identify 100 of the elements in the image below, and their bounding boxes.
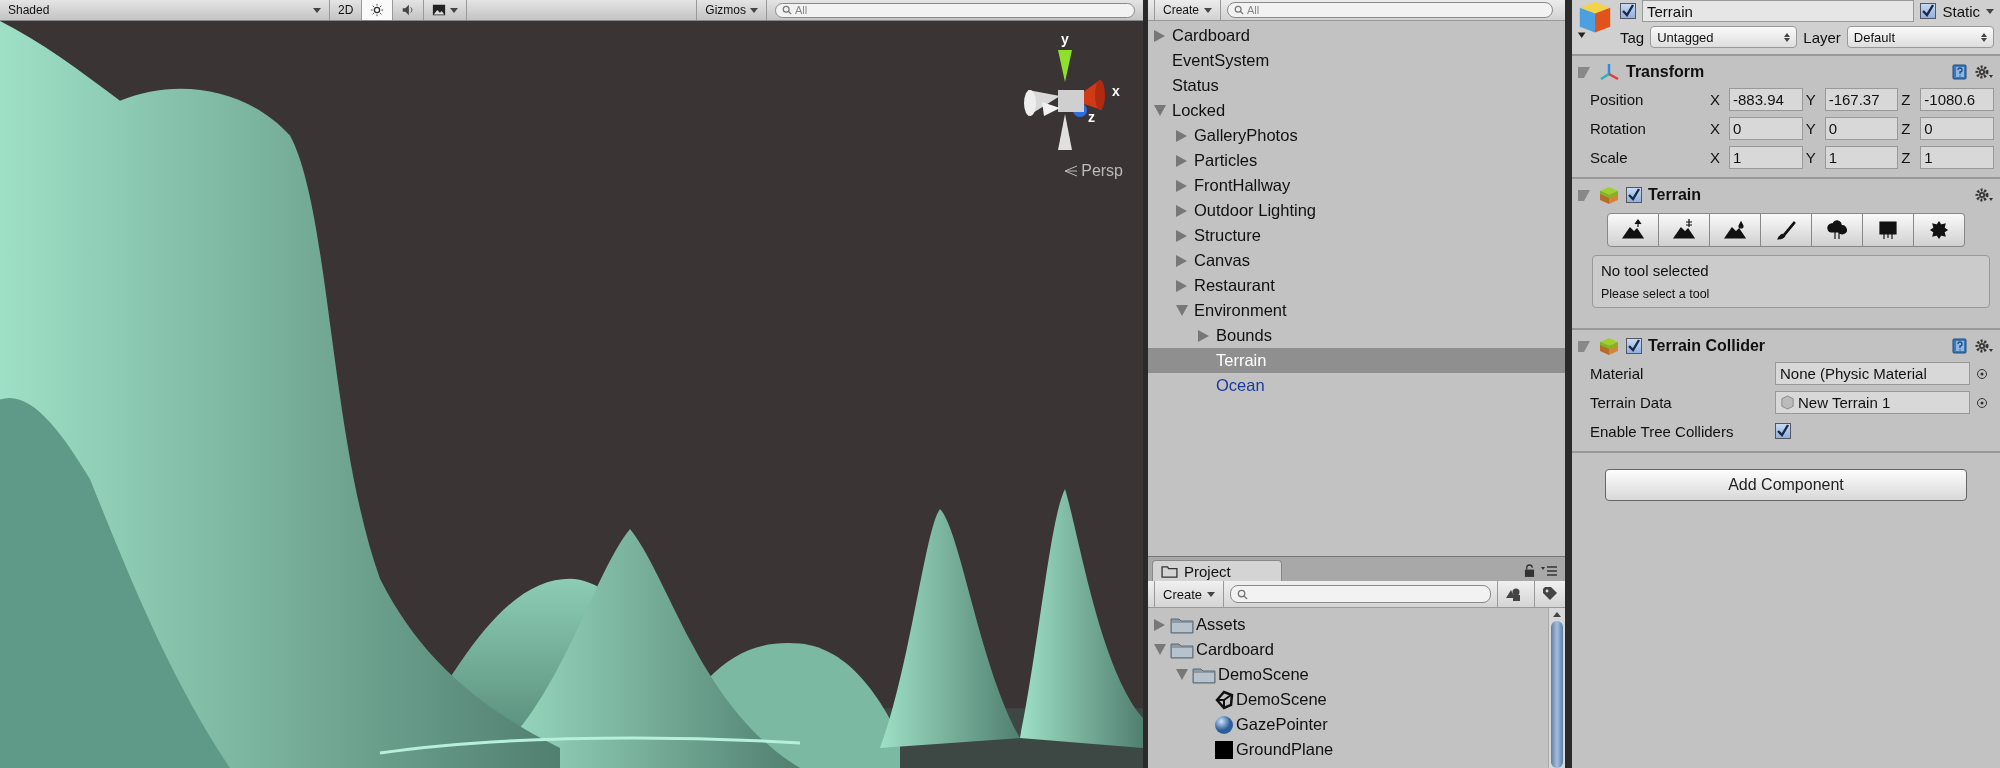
number-field[interactable]: 1 bbox=[1729, 146, 1803, 169]
axis-label: Y bbox=[1805, 120, 1817, 137]
project-item[interactable]: GroundPlane bbox=[1148, 737, 1548, 762]
axis-label: y bbox=[1061, 31, 1069, 47]
enable-checkbox[interactable] bbox=[1626, 338, 1642, 354]
terrain-tool-button[interactable] bbox=[1710, 213, 1761, 247]
number-field[interactable]: 0 bbox=[1729, 117, 1803, 140]
shapes-icon[interactable] bbox=[1505, 586, 1521, 602]
settings-icon[interactable] bbox=[1974, 187, 1994, 203]
expand-arrow-icon[interactable] bbox=[1176, 129, 1187, 142]
project-tab[interactable]: Project bbox=[1152, 560, 1282, 581]
search-icon bbox=[782, 5, 792, 15]
folder-icon bbox=[1161, 564, 1178, 578]
create-dropdown[interactable]: Create bbox=[1154, 0, 1222, 20]
gizmos-dropdown[interactable]: Gizmos bbox=[696, 0, 767, 20]
hierarchy-item[interactable]: Particles bbox=[1148, 148, 1565, 173]
expand-arrow-icon[interactable] bbox=[1176, 279, 1187, 292]
grass-block-icon bbox=[1598, 185, 1620, 205]
layer-dropdown[interactable]: Default bbox=[1846, 26, 1994, 48]
add-component-button[interactable]: Add Component bbox=[1605, 469, 1967, 501]
hierarchy-item[interactable]: Ocean bbox=[1148, 373, 1565, 398]
settings-icon[interactable] bbox=[1974, 338, 1994, 354]
caret-icon[interactable] bbox=[1986, 8, 1994, 14]
hierarchy-item[interactable]: Status bbox=[1148, 73, 1565, 98]
expand-arrow-icon[interactable] bbox=[1176, 204, 1187, 217]
expand-arrow-icon[interactable] bbox=[1176, 254, 1187, 267]
mountain-arrow-icon bbox=[1621, 218, 1645, 242]
project-item[interactable]: DemoScene bbox=[1148, 662, 1548, 687]
terrain-tool-button[interactable] bbox=[1812, 213, 1863, 247]
terrain-tool-button[interactable] bbox=[1761, 213, 1812, 247]
hierarchy-item[interactable]: Structure bbox=[1148, 223, 1565, 248]
static-checkbox[interactable] bbox=[1920, 3, 1937, 19]
grass-block-icon bbox=[1598, 336, 1620, 356]
lighting-button[interactable] bbox=[362, 0, 394, 20]
number-field[interactable]: -883.94 bbox=[1729, 88, 1803, 111]
collapse-arrow-icon[interactable] bbox=[1176, 305, 1188, 316]
hierarchy-item[interactable]: Environment bbox=[1148, 298, 1565, 323]
active-checkbox[interactable] bbox=[1620, 3, 1636, 19]
projection-label[interactable]: Persp bbox=[1081, 162, 1123, 180]
project-item[interactable]: Assets bbox=[1148, 612, 1548, 637]
object-picker-icon[interactable] bbox=[1976, 396, 1988, 409]
axis-label: z bbox=[1088, 109, 1095, 125]
project-item[interactable]: Cardboard bbox=[1148, 637, 1548, 662]
sun-icon bbox=[370, 3, 385, 17]
terrain-tool-button[interactable] bbox=[1914, 213, 1965, 247]
axis-label: X bbox=[1710, 91, 1721, 108]
help-book-icon[interactable] bbox=[1952, 338, 1968, 354]
number-field[interactable]: 1 bbox=[1824, 146, 1899, 169]
axis-label: Y bbox=[1805, 91, 1817, 108]
object-field[interactable]: New Terrain 1 bbox=[1775, 391, 1970, 414]
shading-dropdown[interactable]: Shaded bbox=[0, 0, 330, 20]
number-field[interactable]: -1080.6 bbox=[1920, 88, 1994, 111]
name-field[interactable]: Terrain bbox=[1642, 0, 1915, 22]
tree-icon bbox=[1825, 218, 1849, 242]
help-book-icon[interactable] bbox=[1952, 64, 1968, 80]
menu-icon[interactable] bbox=[1541, 564, 1557, 577]
layer-label: Layer bbox=[1803, 28, 1841, 46]
hierarchy-item[interactable]: GalleryPhotos bbox=[1148, 123, 1565, 148]
axis-label: Y bbox=[1805, 149, 1817, 166]
search-icon bbox=[1234, 5, 1245, 15]
expand-arrow-icon[interactable] bbox=[1154, 29, 1165, 42]
object-picker-icon[interactable] bbox=[1976, 367, 1988, 380]
number-field[interactable]: -167.37 bbox=[1824, 88, 1899, 111]
hierarchy-item[interactable]: Restaurant bbox=[1148, 273, 1565, 298]
axis-gizmo-drawing[interactable] bbox=[1024, 50, 1105, 150]
component-title: Terrain bbox=[1648, 186, 1703, 204]
hierarchy-item[interactable]: Canvas bbox=[1148, 248, 1565, 273]
search-field[interactable] bbox=[1230, 585, 1491, 603]
tag-dropdown[interactable]: Untagged bbox=[1650, 26, 1798, 48]
enable-checkbox[interactable] bbox=[1626, 187, 1642, 203]
create-dropdown[interactable]: Create bbox=[1154, 581, 1225, 607]
hierarchy-item[interactable]: EventSystem bbox=[1148, 48, 1565, 73]
number-field[interactable]: 0 bbox=[1824, 117, 1899, 140]
hierarchy-item[interactable]: Cardboard bbox=[1148, 23, 1565, 48]
terrain-tool-button[interactable] bbox=[1607, 213, 1659, 247]
object-field[interactable]: None (Physic Material bbox=[1775, 362, 1970, 385]
terrain-tool-button[interactable] bbox=[1659, 213, 1710, 247]
expand-arrow-icon[interactable] bbox=[1176, 229, 1187, 242]
lock-icon[interactable] bbox=[1524, 564, 1535, 577]
folder-icon bbox=[1192, 665, 1216, 684]
checkbox[interactable] bbox=[1775, 422, 1791, 439]
project-item[interactable]: GazePointer bbox=[1148, 712, 1548, 737]
axis-label: X bbox=[1710, 120, 1721, 137]
terrain-tool-button[interactable] bbox=[1863, 213, 1914, 247]
hierarchy-item[interactable]: Locked bbox=[1148, 98, 1565, 123]
number-field[interactable]: 0 bbox=[1920, 117, 1994, 140]
scrollbar[interactable] bbox=[1548, 608, 1565, 768]
hierarchy-item[interactable]: Outdoor Lighting bbox=[1148, 198, 1565, 223]
number-field[interactable]: 1 bbox=[1920, 146, 1994, 169]
tag-icon[interactable] bbox=[1542, 586, 1558, 602]
project-item[interactable]: DemoScene bbox=[1148, 687, 1548, 712]
expand-arrow-icon[interactable] bbox=[1176, 154, 1187, 167]
field-label: Terrain Data bbox=[1590, 394, 1673, 411]
axes-icon bbox=[1598, 62, 1620, 82]
expand-arrow-icon[interactable] bbox=[1176, 179, 1187, 192]
folder-icon bbox=[1170, 640, 1194, 659]
settings-icon[interactable] bbox=[1974, 64, 1994, 80]
collapse-arrow-icon[interactable] bbox=[1154, 105, 1166, 116]
field-label: Enable Tree Colliders bbox=[1590, 423, 1735, 440]
hierarchy-item[interactable]: FrontHallway bbox=[1148, 173, 1565, 198]
